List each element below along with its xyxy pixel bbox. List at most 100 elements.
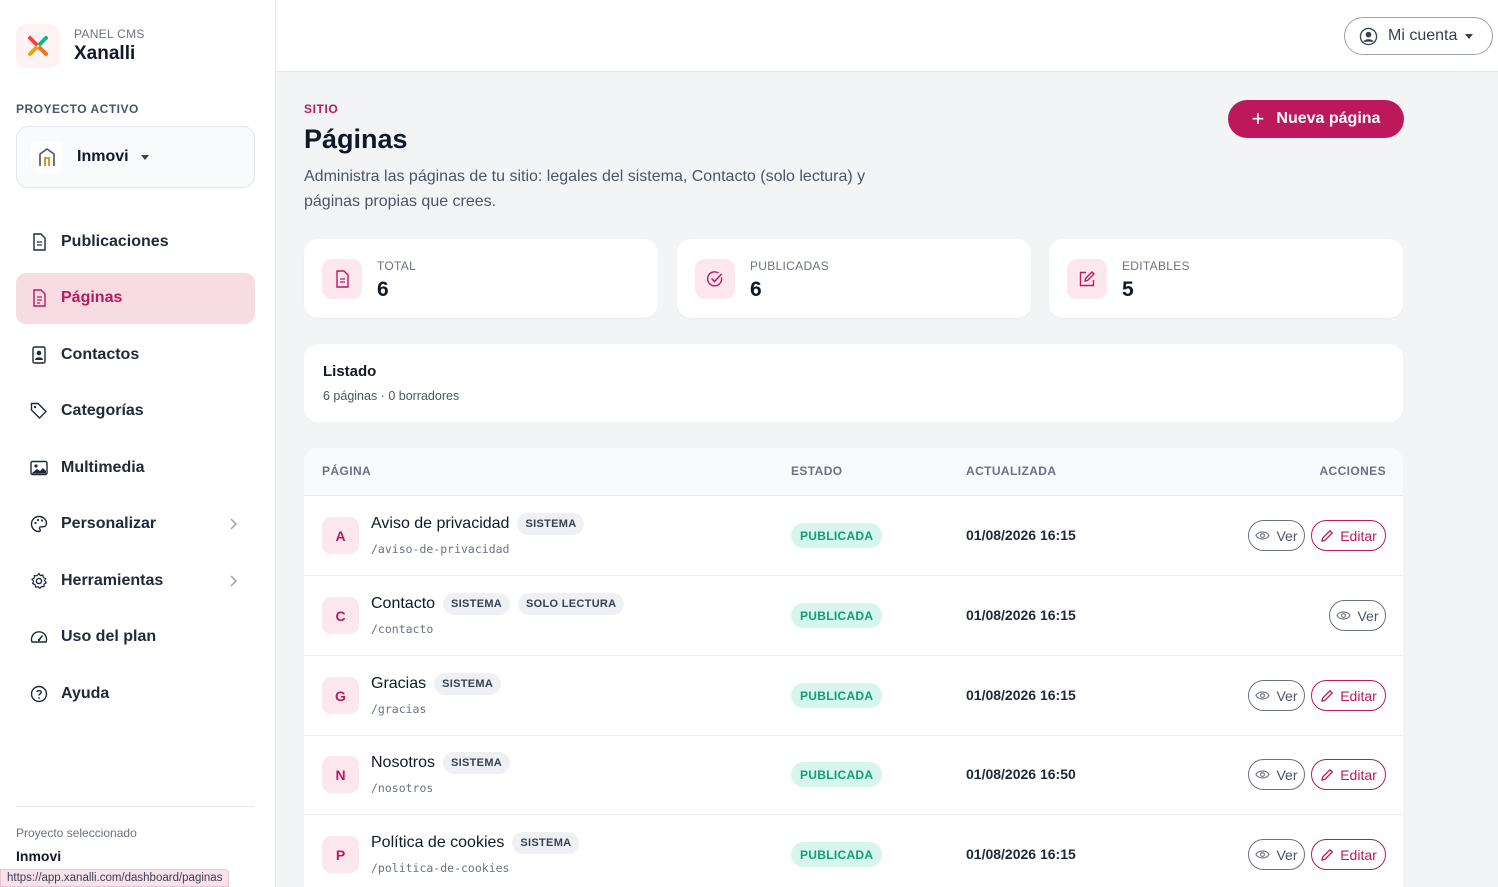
- view-button[interactable]: Ver: [1248, 839, 1305, 870]
- updated-at: 01/08/2026 16:15: [966, 846, 1076, 862]
- tags-icon: [30, 402, 48, 420]
- contact-icon: [30, 345, 48, 364]
- eye-icon: [1255, 691, 1271, 700]
- page-description: Administra las páginas de tu sitio: lega…: [304, 168, 866, 210]
- edit-label: Editar: [1340, 766, 1377, 783]
- table-header: PÁGINA ESTADO ACTUALIZADA ACCIONES: [304, 448, 1403, 496]
- image-icon: [30, 459, 48, 477]
- chevron-right-icon: [230, 518, 238, 530]
- page-avatar: N: [322, 756, 359, 793]
- new-page-button[interactable]: + Nueva página: [1228, 100, 1404, 138]
- sidebar-item-label: Publicaciones: [61, 232, 169, 250]
- page-slug: /politica-de-cookies: [371, 861, 510, 875]
- speedometer-icon: [30, 628, 48, 646]
- project-selector[interactable]: Inmovi: [16, 126, 255, 188]
- sidebar-item-label: Uso del plan: [61, 628, 157, 645]
- eye-icon: [1255, 850, 1271, 859]
- column-header-actions: ACCIONES: [1319, 464, 1386, 478]
- sidebar-item-categorias[interactable]: Categorías: [16, 386, 255, 437]
- system-tag: SISTEMA: [512, 832, 580, 854]
- edit-button[interactable]: Editar: [1311, 680, 1386, 711]
- pencil-icon: [1321, 768, 1334, 781]
- account-menu-button[interactable]: Mi cuenta: [1344, 17, 1493, 55]
- document-icon: [30, 232, 48, 251]
- page-title-cell[interactable]: Política de cookies: [371, 834, 504, 852]
- status-badge: PUBLICADA: [791, 762, 883, 787]
- pencil-icon: [1321, 848, 1334, 861]
- read-only-tag: SOLO LECTURA: [518, 593, 625, 615]
- brand-subtitle: PANEL CMS: [74, 27, 145, 41]
- table-row: C Contacto SISTEMA SOLO LECTURA /contact…: [304, 576, 1403, 656]
- listing-title: Listado: [323, 363, 377, 380]
- sidebar-item-label: Ayuda: [61, 684, 110, 702]
- table-row: P Política de cookies SISTEMA /politica-…: [304, 815, 1403, 887]
- page-avatar: A: [322, 517, 359, 554]
- stat-label: EDITABLES: [1122, 259, 1190, 273]
- page-title-cell[interactable]: Contacto: [371, 595, 435, 613]
- xanalli-logo-icon: [16, 24, 60, 68]
- edit-label: Editar: [1340, 527, 1377, 544]
- view-button[interactable]: Ver: [1248, 520, 1305, 551]
- stat-value: 6: [750, 278, 762, 301]
- edit-button[interactable]: Editar: [1311, 839, 1386, 870]
- system-tag: SISTEMA: [517, 513, 585, 535]
- chevron-right-icon: [230, 574, 238, 587]
- stat-value: 6: [377, 278, 389, 301]
- page-title: Páginas: [304, 124, 408, 154]
- sidebar-item-contactos[interactable]: Contactos: [16, 329, 255, 380]
- updated-at: 01/08/2026 16:15: [966, 607, 1076, 623]
- page-slug: /contacto: [371, 622, 434, 636]
- user-circle-icon: [1359, 27, 1378, 45]
- brand[interactable]: PANEL CMS Xanalli: [16, 24, 145, 68]
- listing-subtitle: 6 páginas · 0 borradores: [323, 389, 460, 403]
- eye-icon: [1255, 770, 1271, 779]
- sidebar-item-multimedia[interactable]: Multimedia: [16, 442, 255, 493]
- status-badge: PUBLICADA: [791, 842, 883, 867]
- page-avatar: C: [322, 597, 359, 634]
- sidebar-item-label: Páginas: [61, 289, 123, 306]
- stat-label: TOTAL: [377, 259, 417, 273]
- view-label: Ver: [1276, 766, 1298, 783]
- sidebar: PANEL CMS Xanalli PROYECTO ACTIVO Inmovi…: [0, 0, 276, 887]
- system-tag: SISTEMA: [443, 593, 511, 615]
- sidebar-item-paginas[interactable]: Páginas: [16, 272, 255, 324]
- view-button[interactable]: Ver: [1329, 600, 1386, 631]
- sidebar-item-uso-del-plan[interactable]: Uso del plan: [16, 612, 255, 663]
- column-header-updated[interactable]: ACTUALIZADA: [966, 464, 1056, 478]
- help-icon: [30, 685, 48, 703]
- page-avatar: G: [322, 677, 359, 714]
- stat-label: PUBLICADAS: [750, 259, 830, 273]
- sidebar-item-label: Personalizar: [61, 515, 157, 532]
- view-button[interactable]: Ver: [1248, 680, 1305, 711]
- view-button[interactable]: Ver: [1248, 759, 1305, 790]
- table-row: A Aviso de privacidad SISTEMA /aviso-de-…: [304, 496, 1403, 576]
- edit-button[interactable]: Editar: [1311, 520, 1386, 551]
- sidebar-item-publicaciones[interactable]: Publicaciones: [16, 216, 255, 267]
- edit-icon: [1067, 259, 1107, 299]
- column-header-status[interactable]: ESTADO: [791, 464, 843, 478]
- sidebar-item-ayuda[interactable]: Ayuda: [16, 668, 255, 719]
- selected-project-label: Proyecto seleccionado: [16, 826, 137, 840]
- document-icon: [322, 259, 362, 299]
- account-label: Mi cuenta: [1388, 27, 1458, 44]
- column-header-page[interactable]: PÁGINA: [322, 464, 371, 478]
- page-title-cell[interactable]: Gracias: [371, 675, 426, 693]
- sidebar-item-herramientas[interactable]: Herramientas: [16, 555, 255, 606]
- page-slug: /nosotros: [371, 781, 434, 795]
- pencil-icon: [1321, 529, 1334, 542]
- page-title-cell[interactable]: Nosotros: [371, 754, 435, 772]
- sidebar-item-label: Contactos: [61, 345, 140, 363]
- edit-button[interactable]: Editar: [1311, 759, 1386, 790]
- stat-card-publicadas: PUBLICADAS 6: [677, 239, 1031, 318]
- caret-down-icon: [1465, 33, 1474, 39]
- section-label: SITIO: [304, 102, 339, 116]
- sidebar-divider: [16, 806, 255, 807]
- eye-icon: [1336, 611, 1352, 620]
- view-label: Ver: [1276, 846, 1298, 863]
- check-circle-icon: [695, 259, 735, 299]
- edit-label: Editar: [1340, 846, 1377, 863]
- page-title-cell[interactable]: Aviso de privacidad: [371, 515, 509, 533]
- sidebar-item-personalizar[interactable]: Personalizar: [16, 499, 255, 550]
- sidebar-item-label: Categorías: [61, 402, 144, 419]
- new-page-label: Nueva página: [1276, 110, 1381, 127]
